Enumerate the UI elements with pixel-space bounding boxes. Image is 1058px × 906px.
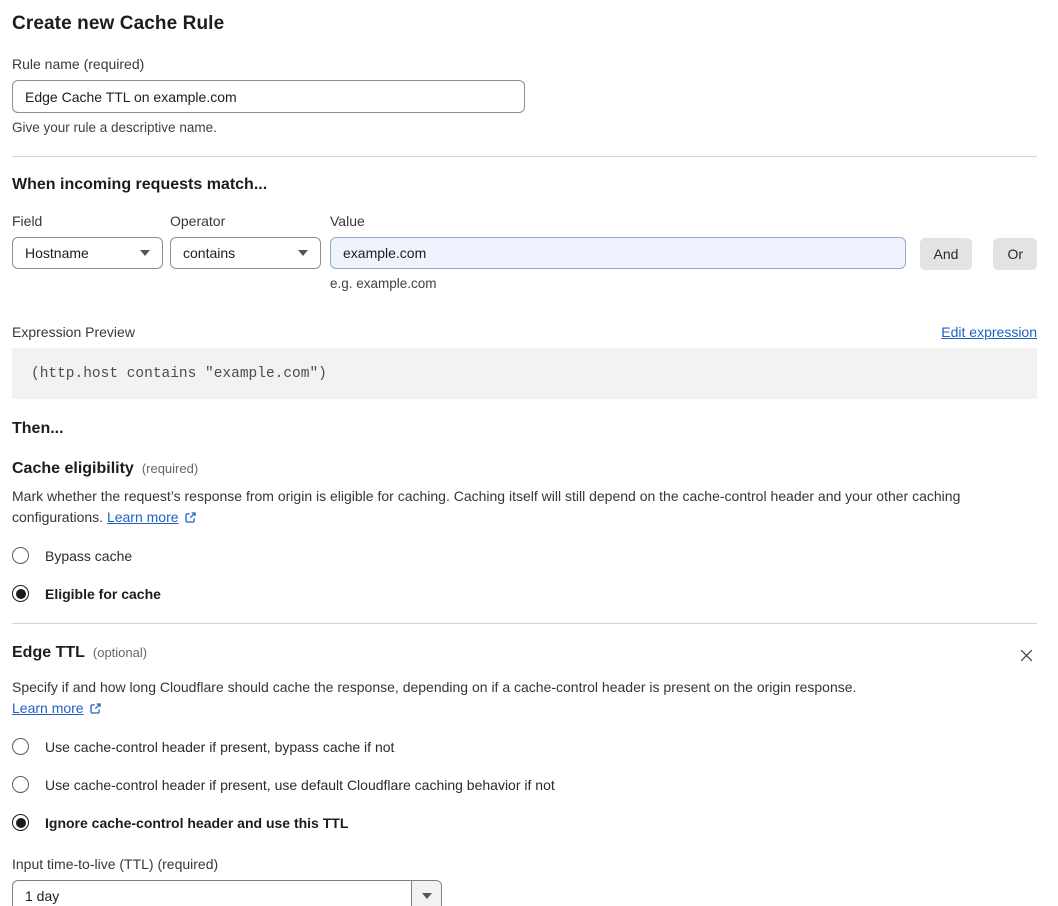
rule-name-input[interactable] (12, 80, 525, 113)
close-icon[interactable] (1016, 645, 1037, 669)
value-input[interactable] (330, 237, 906, 269)
cache-eligibility-title-row: Cache eligibility (required) (12, 460, 1037, 478)
learn-more-link[interactable]: Learn more (107, 509, 197, 525)
required-badge: (required) (141, 461, 199, 476)
match-section-heading: When incoming requests match... (12, 176, 268, 193)
ttl-input-label: Input time-to-live (TTL) (required) (12, 856, 219, 872)
external-link-icon (89, 703, 101, 714)
external-link-icon (184, 512, 196, 523)
description-text: Specify if and how long Cloudflare shoul… (12, 679, 857, 695)
radio-option-label: Eligible for cache (45, 585, 161, 602)
ttl-option-radio[interactable] (12, 776, 29, 793)
field-select[interactable]: Hostname (12, 237, 163, 269)
match-condition-row: Field Hostname Operator contains Value e… (12, 213, 1037, 291)
ttl-option-ignore-header: Ignore cache-control header and use this… (12, 814, 1037, 831)
radio-option-label: Ignore cache-control header and use this… (45, 814, 349, 831)
edge-ttl-title-row: Edge TTL (optional) (12, 644, 1016, 662)
value-label: Value (330, 213, 365, 229)
field-select-value: Hostname (25, 245, 89, 261)
expression-preview-label: Expression Preview (12, 324, 135, 340)
then-heading: Then... (12, 420, 64, 437)
learn-more-link[interactable]: Learn more (12, 700, 102, 716)
operator-select-value: contains (183, 245, 236, 261)
edge-ttl-header-row: Edge TTL (optional) (12, 644, 1037, 669)
eligible-for-cache-radio[interactable] (12, 585, 29, 602)
divider (12, 623, 1037, 624)
or-button[interactable]: Or (993, 238, 1037, 270)
divider (12, 156, 1037, 157)
chevron-down-icon (140, 250, 150, 256)
create-cache-rule-form: Create new Cache Rule Rule name (require… (0, 0, 1058, 906)
eligible-for-cache-option: Eligible for cache (12, 585, 1037, 602)
rule-name-group: Rule name (required) Give your rule a de… (12, 56, 525, 135)
cache-eligibility-description: Mark whether the request’s response from… (12, 486, 1037, 528)
operator-label: Operator (170, 213, 226, 229)
expression-preview-code: (http.host contains "example.com") (12, 348, 1037, 399)
ttl-option-bypass: Use cache-control header if present, byp… (12, 738, 1037, 755)
value-column: Value e.g. example.com (330, 213, 906, 291)
ttl-select[interactable]: 1 day (12, 880, 442, 906)
field-label: Field (12, 213, 43, 229)
bypass-cache-radio[interactable] (12, 547, 29, 564)
and-button[interactable]: And (919, 238, 973, 270)
rule-name-helper: Give your rule a descriptive name. (12, 120, 217, 135)
learn-more-label: Learn more (106, 509, 179, 525)
page-title: Create new Cache Rule (12, 13, 225, 34)
field-column: Field Hostname (12, 213, 163, 269)
ttl-select-arrow[interactable] (411, 881, 441, 906)
cache-eligibility-heading: Cache eligibility (12, 460, 134, 477)
ttl-option-radio[interactable] (12, 738, 29, 755)
value-helper: e.g. example.com (330, 276, 437, 291)
expression-preview-header: Expression Preview Edit expression (12, 324, 1037, 340)
learn-more-label: Learn more (12, 700, 84, 716)
bypass-cache-option: Bypass cache (12, 547, 1037, 564)
radio-option-label: Use cache-control header if present, use… (45, 776, 555, 793)
radio-option-label: Bypass cache (45, 547, 133, 564)
edge-ttl-description: Specify if and how long Cloudflare shoul… (12, 677, 857, 719)
chevron-down-icon (298, 250, 308, 256)
optional-badge: (optional) (92, 645, 148, 660)
chevron-down-icon (421, 893, 432, 899)
expression-code-text: (http.host contains "example.com") (31, 366, 327, 382)
rule-name-label: Rule name (required) (12, 56, 145, 72)
edge-ttl-heading: Edge TTL (12, 644, 85, 661)
ttl-option-radio[interactable] (12, 814, 29, 831)
ttl-select-value: 1 day (25, 888, 60, 904)
ttl-option-default-behavior: Use cache-control header if present, use… (12, 776, 1037, 793)
radio-option-label: Use cache-control header if present, byp… (45, 738, 395, 755)
operator-select[interactable]: contains (170, 237, 321, 269)
operator-column: Operator contains (170, 213, 321, 269)
edit-expression-link[interactable]: Edit expression (941, 324, 1037, 340)
